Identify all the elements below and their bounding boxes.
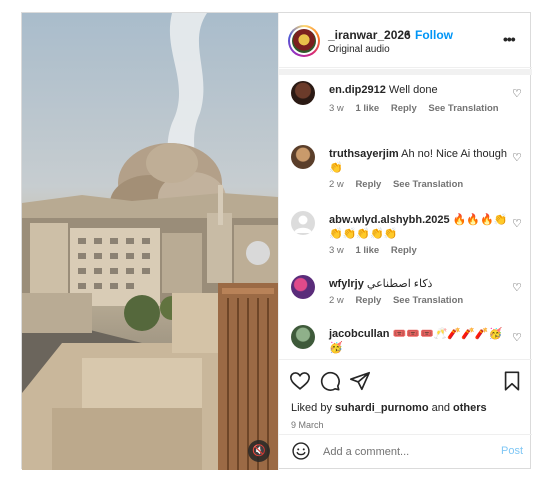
comment-username[interactable]: truthsayerjim: [329, 148, 399, 160]
reply-button[interactable]: Reply: [391, 245, 417, 256]
comment-username[interactable]: wfylrjy: [329, 278, 364, 290]
more-icon[interactable]: •••: [503, 31, 516, 47]
comment-text: ذكاء اصطناعي: [366, 278, 433, 290]
comment-icon[interactable]: [319, 370, 341, 392]
comment-likes[interactable]: 1 like: [355, 103, 379, 114]
share-icon[interactable]: [349, 370, 371, 392]
post-actions: Liked by suhardi_purnomo and others 9 Ma…: [279, 359, 532, 430]
audio-label[interactable]: Original audio: [328, 44, 390, 55]
reply-button[interactable]: Reply: [391, 103, 417, 114]
heart-icon[interactable]: [289, 370, 311, 392]
comment-likes[interactable]: 1 like: [355, 245, 379, 256]
heart-icon[interactable]: ♡: [512, 87, 522, 100]
commenter-avatar[interactable]: [291, 211, 315, 235]
liker-username[interactable]: suhardi_purnomo: [335, 402, 429, 414]
scroll-strip: [279, 69, 532, 75]
follow-button[interactable]: Follow: [415, 28, 453, 42]
post-video[interactable]: 🔇: [22, 13, 278, 470]
comment-username[interactable]: abw.wlyd.alshybh.2025: [329, 214, 450, 226]
comments-list[interactable]: en.dip2912 Well done 3 w 1 like Reply Se…: [279, 69, 532, 359]
commenter-avatar[interactable]: [291, 145, 315, 169]
post-header: _iranwar_2026 • Follow Original audio ••…: [279, 13, 532, 68]
reply-button[interactable]: Reply: [355, 179, 381, 190]
add-comment-row: Post: [279, 434, 532, 470]
see-translation-link[interactable]: See Translation: [393, 295, 463, 306]
post-date[interactable]: 9 March: [291, 420, 324, 430]
heart-icon[interactable]: ♡: [512, 217, 522, 230]
heart-icon[interactable]: ♡: [512, 331, 522, 344]
reply-button[interactable]: Reply: [355, 295, 381, 306]
comment-username[interactable]: jacobcullan: [329, 328, 390, 340]
others-link[interactable]: others: [453, 402, 487, 414]
comment-username[interactable]: en.dip2912: [329, 84, 386, 96]
commenter-avatar[interactable]: [291, 81, 315, 105]
commenter-avatar[interactable]: [291, 275, 315, 299]
comment-text: Well done: [388, 84, 438, 96]
post-button[interactable]: Post: [501, 445, 523, 457]
see-translation-link[interactable]: See Translation: [428, 103, 498, 114]
author-avatar[interactable]: [288, 25, 320, 57]
heart-icon[interactable]: ♡: [512, 281, 522, 294]
default-avatar-icon: [294, 215, 312, 233]
bookmark-icon[interactable]: [501, 370, 523, 392]
mute-icon[interactable]: 🔇: [248, 440, 270, 462]
instagram-post-card: 🔇 _iranwar_2026 • Follow Original audio …: [21, 12, 532, 470]
separator-dot: •: [406, 27, 411, 41]
comment-time: 2 w: [329, 295, 344, 306]
heart-icon[interactable]: ♡: [512, 151, 522, 164]
post-side-panel: _iranwar_2026 • Follow Original audio ••…: [278, 13, 532, 470]
comment-input[interactable]: [323, 443, 483, 461]
comment-time: 3 w: [329, 103, 344, 114]
commenter-avatar[interactable]: [291, 325, 315, 349]
comment-time: 2 w: [329, 179, 344, 190]
likes-summary: Liked by suhardi_purnomo and others: [291, 402, 487, 414]
comment-time: 3 w: [329, 245, 344, 256]
author-username[interactable]: _iranwar_2026: [328, 28, 411, 42]
emoji-icon[interactable]: [291, 441, 311, 461]
see-translation-link[interactable]: See Translation: [393, 179, 463, 190]
explosion-scene: [22, 13, 278, 470]
